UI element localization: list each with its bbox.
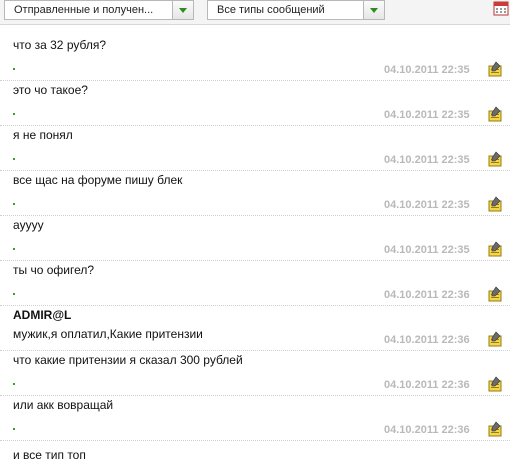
- message-row: или акк вовращай 04.10.2011 22:36: [0, 396, 510, 441]
- message-text: что за 32 рубля?: [13, 38, 106, 52]
- type-dropdown-button[interactable]: [363, 1, 384, 19]
- direction-filter-value: Отправленные и получен...: [14, 4, 154, 16]
- status-dot: [13, 428, 15, 430]
- status-dot: [13, 68, 15, 70]
- type-filter-select[interactable]: Все типы сообщений: [207, 0, 385, 20]
- chevron-down-icon: [370, 8, 378, 13]
- message-timestamp: 04.10.2011 22:35: [384, 244, 470, 256]
- edit-note-icon[interactable]: [487, 151, 503, 167]
- message-timestamp: 04.10.2011 22:35: [384, 199, 470, 211]
- message-text: мужик,я оплатил,Какие притензии: [13, 327, 203, 341]
- status-dot: [13, 248, 15, 250]
- edit-note-icon[interactable]: [487, 421, 503, 437]
- status-dot: [13, 203, 15, 205]
- calendar-icon[interactable]: [493, 0, 509, 16]
- edit-note-icon[interactable]: [487, 61, 503, 77]
- message-row: это чо такое? 04.10.2011 22:35: [0, 81, 510, 126]
- direction-dropdown-button[interactable]: [172, 1, 193, 19]
- message-text: что какие притензии я сказал 300 рублей: [13, 353, 243, 367]
- edit-note-icon[interactable]: [487, 106, 503, 122]
- message-timestamp: 04.10.2011 22:35: [384, 154, 470, 166]
- type-filter-value: Все типы сообщений: [217, 4, 325, 16]
- edit-note-icon[interactable]: [487, 331, 503, 347]
- message-text: ты чо офигел?: [13, 263, 95, 277]
- edit-note-icon[interactable]: [487, 196, 503, 212]
- message-timestamp: 04.10.2011 22:35: [384, 64, 470, 76]
- message-timestamp: 04.10.2011 22:36: [384, 334, 470, 346]
- message-row: ты чо офигел? 04.10.2011 22:36: [0, 261, 510, 306]
- message-row: ayyyy 04.10.2011 22:35: [0, 216, 510, 261]
- chevron-down-icon: [179, 8, 187, 13]
- message-timestamp: 04.10.2011 22:35: [384, 109, 470, 121]
- message-text: все щас на форуме пишу блек: [13, 173, 183, 187]
- edit-note-icon[interactable]: [487, 241, 503, 257]
- message-timestamp: 04.10.2011 22:36: [384, 379, 470, 391]
- status-dot: [13, 293, 15, 295]
- message-text: или акк вовращай: [13, 398, 114, 412]
- message-row: что какие притензии я сказал 300 рублей 0…: [0, 351, 510, 396]
- message-row: ADMIR@L мужик,я оплатил,Какие притензии 04…: [0, 306, 510, 351]
- edit-note-icon[interactable]: [487, 286, 503, 302]
- message-text: это чо такое?: [13, 83, 88, 97]
- message-timestamp: 04.10.2011 22:36: [384, 424, 470, 436]
- status-dot: [13, 383, 15, 385]
- message-timestamp: 04.10.2011 22:36: [384, 289, 470, 301]
- status-dot: [13, 113, 15, 115]
- filter-toolbar: Отправленные и получен... Все типы сообщ…: [0, 0, 510, 25]
- message-row: что за 32 рубля? 04.10.2011 22:35: [0, 36, 510, 81]
- message-text-partial: и все тип топ: [13, 448, 86, 462]
- direction-filter-select[interactable]: Отправленные и получен...: [4, 0, 194, 20]
- status-dot: [13, 158, 15, 160]
- message-row: все щас на форуме пишу блек 04.10.2011 22…: [0, 171, 510, 216]
- message-row: я не понял 04.10.2011 22:35: [0, 126, 510, 171]
- message-text: ayyyy: [13, 218, 44, 232]
- sender-name: ADMIR@L: [13, 308, 72, 322]
- message-text: я не понял: [13, 128, 73, 142]
- edit-note-icon[interactable]: [487, 376, 503, 392]
